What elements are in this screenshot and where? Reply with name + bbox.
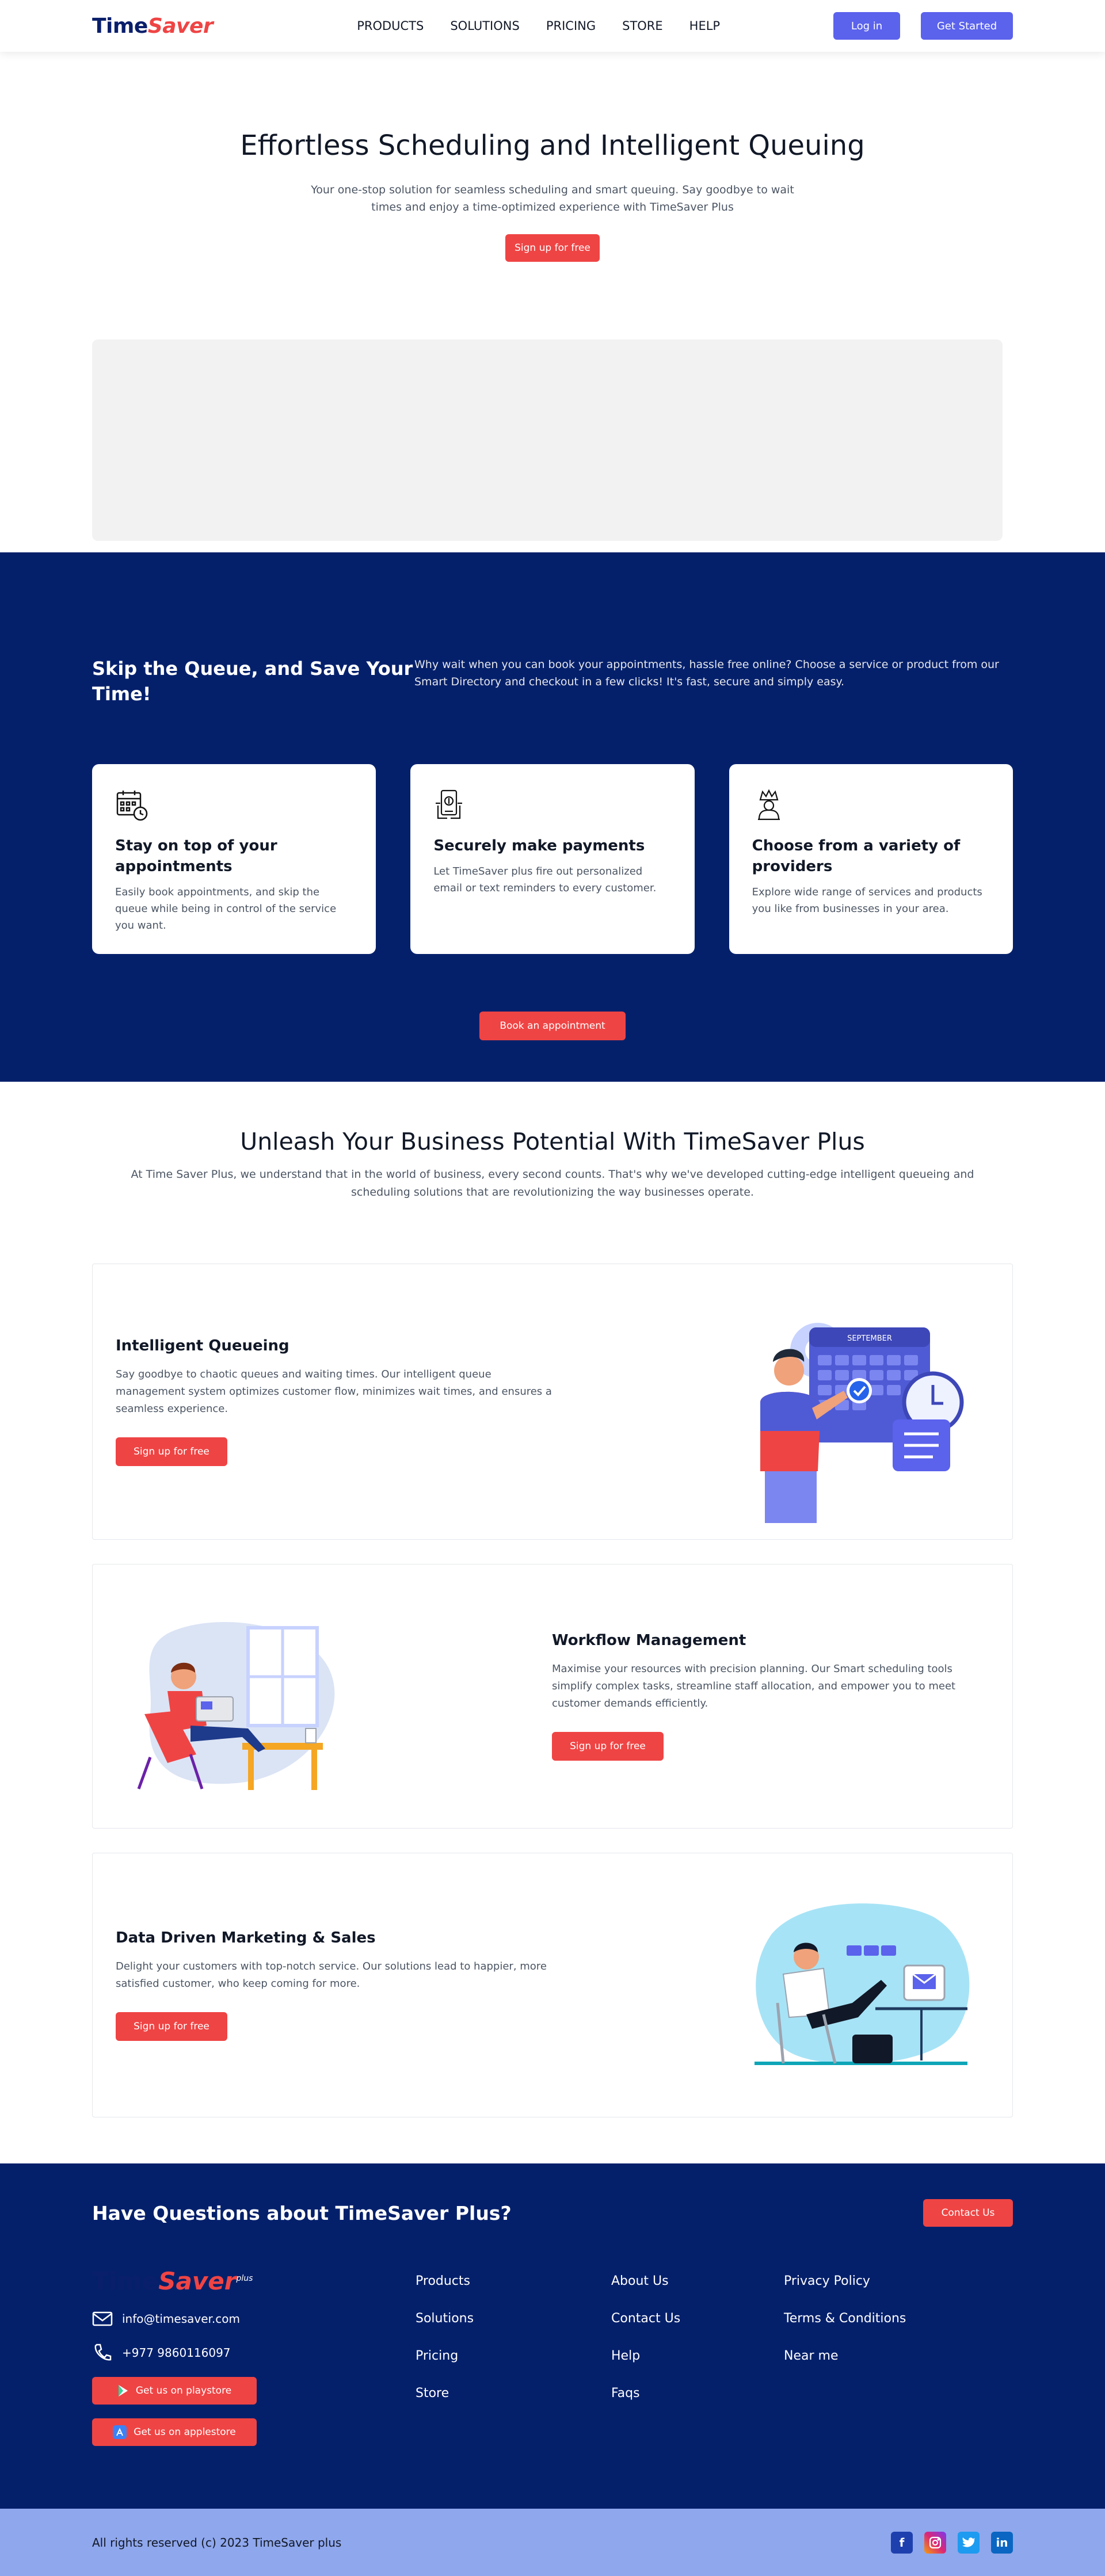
footer-link-near-me[interactable]: Near me	[784, 2349, 906, 2363]
feature-title: Workflow Management	[552, 1632, 746, 1649]
feature-band: Skip the Queue, and Save Your Time! Why …	[0, 552, 1105, 1082]
contact-us-button[interactable]: Contact Us	[923, 2199, 1013, 2227]
calendar-clock-icon	[116, 791, 148, 821]
footer-email[interactable]: info@timesaver.com	[92, 2311, 416, 2326]
features-list: Intelligent Queueing Say goodbye to chao…	[92, 1264, 1013, 2117]
footer-link-privacy[interactable]: Privacy Policy	[784, 2274, 906, 2288]
hero-subtitle: Your one-stop solution for seamless sche…	[311, 184, 794, 213]
marketing-illustration	[755, 1903, 970, 2065]
copyright: All rights reserved (c) 2023 TimeSaver p…	[92, 2535, 342, 2550]
workflow-illustration	[137, 1622, 335, 1790]
footer-link-help[interactable]: Help	[611, 2349, 784, 2363]
social-links: f in	[891, 2531, 1013, 2554]
feature-data-driven-marketing: Data Driven Marketing & Sales Delight yo…	[92, 1853, 1013, 2117]
mail-icon	[92, 2311, 113, 2326]
footer-link-about[interactable]: About Us	[611, 2274, 784, 2288]
navbar: TimeSaver PRODUCTS SOLUTIONS PRICING STO…	[0, 0, 1105, 52]
nav-actions: Log in Get Started	[833, 12, 1013, 40]
feature-signup-button[interactable]: Sign up for free	[116, 2012, 227, 2041]
card-text: Explore wide range of services and produ…	[752, 886, 982, 915]
footer-link-store[interactable]: Store	[416, 2386, 611, 2401]
feature-title: Data Driven Marketing & Sales	[116, 1929, 376, 1947]
playstore-label: Get us on playstore	[135, 2385, 232, 2396]
nav-item-solutions[interactable]: SOLUTIONS	[450, 19, 519, 33]
bottom-bar: All rights reserved (c) 2023 TimeSaver p…	[0, 2509, 1105, 2576]
email-text: info@timesaver.com	[122, 2312, 240, 2326]
main-menu: PRODUCTS SOLUTIONS PRICING STORE HELP	[357, 19, 720, 33]
secure-payment-icon	[436, 789, 463, 819]
play-store-icon	[118, 2385, 128, 2396]
footer-link-solutions[interactable]: Solutions	[416, 2311, 611, 2326]
card-title: Stay on top of your appointments	[115, 837, 277, 875]
hero-title: Effortless Scheduling and Intelligent Qu…	[240, 129, 865, 162]
footer-logo-plus: plus	[236, 2274, 253, 2283]
applestore-label: Get us on applestore	[134, 2426, 236, 2438]
card-payments: Securely make payments Let TimeSaver plu…	[410, 764, 695, 954]
feature-signup-button[interactable]: Sign up for free	[116, 1437, 227, 1466]
feature-text: Delight your customers with top-notch se…	[116, 1960, 547, 1990]
provider-icon	[757, 789, 780, 820]
phone-icon	[94, 2344, 112, 2361]
band-description: Why wait when you can book your appointm…	[414, 658, 999, 688]
footer: Have Questions about TimeSaver Plus? Con…	[0, 2163, 1105, 2509]
book-appointment-button[interactable]: Book an appointment	[479, 1012, 626, 1040]
playstore-button[interactable]: Get us on playstore	[92, 2377, 257, 2405]
card-text: Easily book appointments, and skip the q…	[115, 886, 337, 932]
feature-signup-button[interactable]: Sign up for free	[552, 1732, 664, 1761]
footer-link-pricing[interactable]: Pricing	[416, 2349, 611, 2363]
feature-title: Intelligent Queueing	[116, 1337, 289, 1354]
nav-item-help[interactable]: HELP	[689, 19, 720, 33]
unleash-section: Unleash Your Business Potential With Tim…	[0, 1082, 1105, 1201]
login-button[interactable]: Log in	[833, 12, 900, 40]
footer-link-faqs[interactable]: Faqs	[611, 2386, 784, 2401]
card-providers: Choose from a variety of providers Explo…	[729, 764, 1013, 954]
footer-logo-saver: Saver	[158, 2267, 237, 2295]
nav-item-pricing[interactable]: PRICING	[546, 19, 596, 33]
footer-phone[interactable]: +977 9860116097	[92, 2342, 416, 2363]
footer-link-products[interactable]: Products	[416, 2274, 611, 2288]
footer-link-terms[interactable]: Terms & Conditions	[784, 2311, 906, 2326]
app-store-icon	[113, 2425, 127, 2439]
feature-cards: Stay on top of your appointments Easily …	[92, 764, 1013, 954]
twitter-icon[interactable]	[958, 2531, 980, 2554]
footer-col-company: About Us Contact Us Help Faqs	[611, 2267, 784, 2446]
calendar-month-label: SEPTEMBER	[847, 1334, 892, 1343]
footer-link-contact[interactable]: Contact Us	[611, 2311, 784, 2326]
unleash-subtitle: At Time Saver Plus, we understand that i…	[131, 1168, 974, 1199]
footer-logo-time: Time	[92, 2267, 159, 2295]
instagram-icon[interactable]	[924, 2531, 946, 2554]
logo-saver: Saver	[147, 14, 214, 38]
feature-text: Say goodbye to chaotic queues and waitin…	[116, 1368, 552, 1415]
nav-item-products[interactable]: PRODUCTS	[357, 19, 424, 33]
nav-item-store[interactable]: STORE	[622, 19, 663, 33]
card-text: Let TimeSaver plus fire out personalized…	[433, 865, 657, 894]
facebook-icon[interactable]: f	[891, 2531, 913, 2554]
logo[interactable]: TimeSaver	[92, 14, 214, 38]
footer-col-legal: Privacy Policy Terms & Conditions Near m…	[784, 2267, 906, 2446]
applestore-button[interactable]: Get us on applestore	[92, 2418, 257, 2446]
hero-signup-button[interactable]: Sign up for free	[505, 234, 600, 262]
footer-col-products: Products Solutions Pricing Store	[416, 2267, 611, 2446]
footer-question: Have Questions about TimeSaver Plus?	[92, 2201, 512, 2224]
logo-time: Time	[92, 14, 148, 38]
get-started-button[interactable]: Get Started	[921, 12, 1013, 40]
phone-text: +977 9860116097	[122, 2346, 231, 2360]
feature-workflow-management: Workflow Management Maximise your resour…	[92, 1564, 1013, 1829]
unleash-title: Unleash Your Business Potential With Tim…	[240, 1128, 865, 1155]
card-title: Choose from a variety of providers	[752, 837, 961, 875]
footer-logo[interactable]: TimeSaverplus	[92, 2267, 416, 2295]
band-title: Skip the Queue, and Save Your Time!	[92, 658, 413, 705]
calendar-illustration: SEPTEMBER	[760, 1323, 964, 1523]
card-appointments: Stay on top of your appointments Easily …	[92, 764, 376, 954]
video-placeholder[interactable]	[92, 339, 1003, 541]
card-title: Securely make payments	[433, 837, 645, 854]
linkedin-icon[interactable]: in	[991, 2531, 1013, 2554]
feature-intelligent-queueing: Intelligent Queueing Say goodbye to chao…	[92, 1264, 1013, 1540]
feature-text: Maximise your resources with precision p…	[552, 1663, 956, 1709]
